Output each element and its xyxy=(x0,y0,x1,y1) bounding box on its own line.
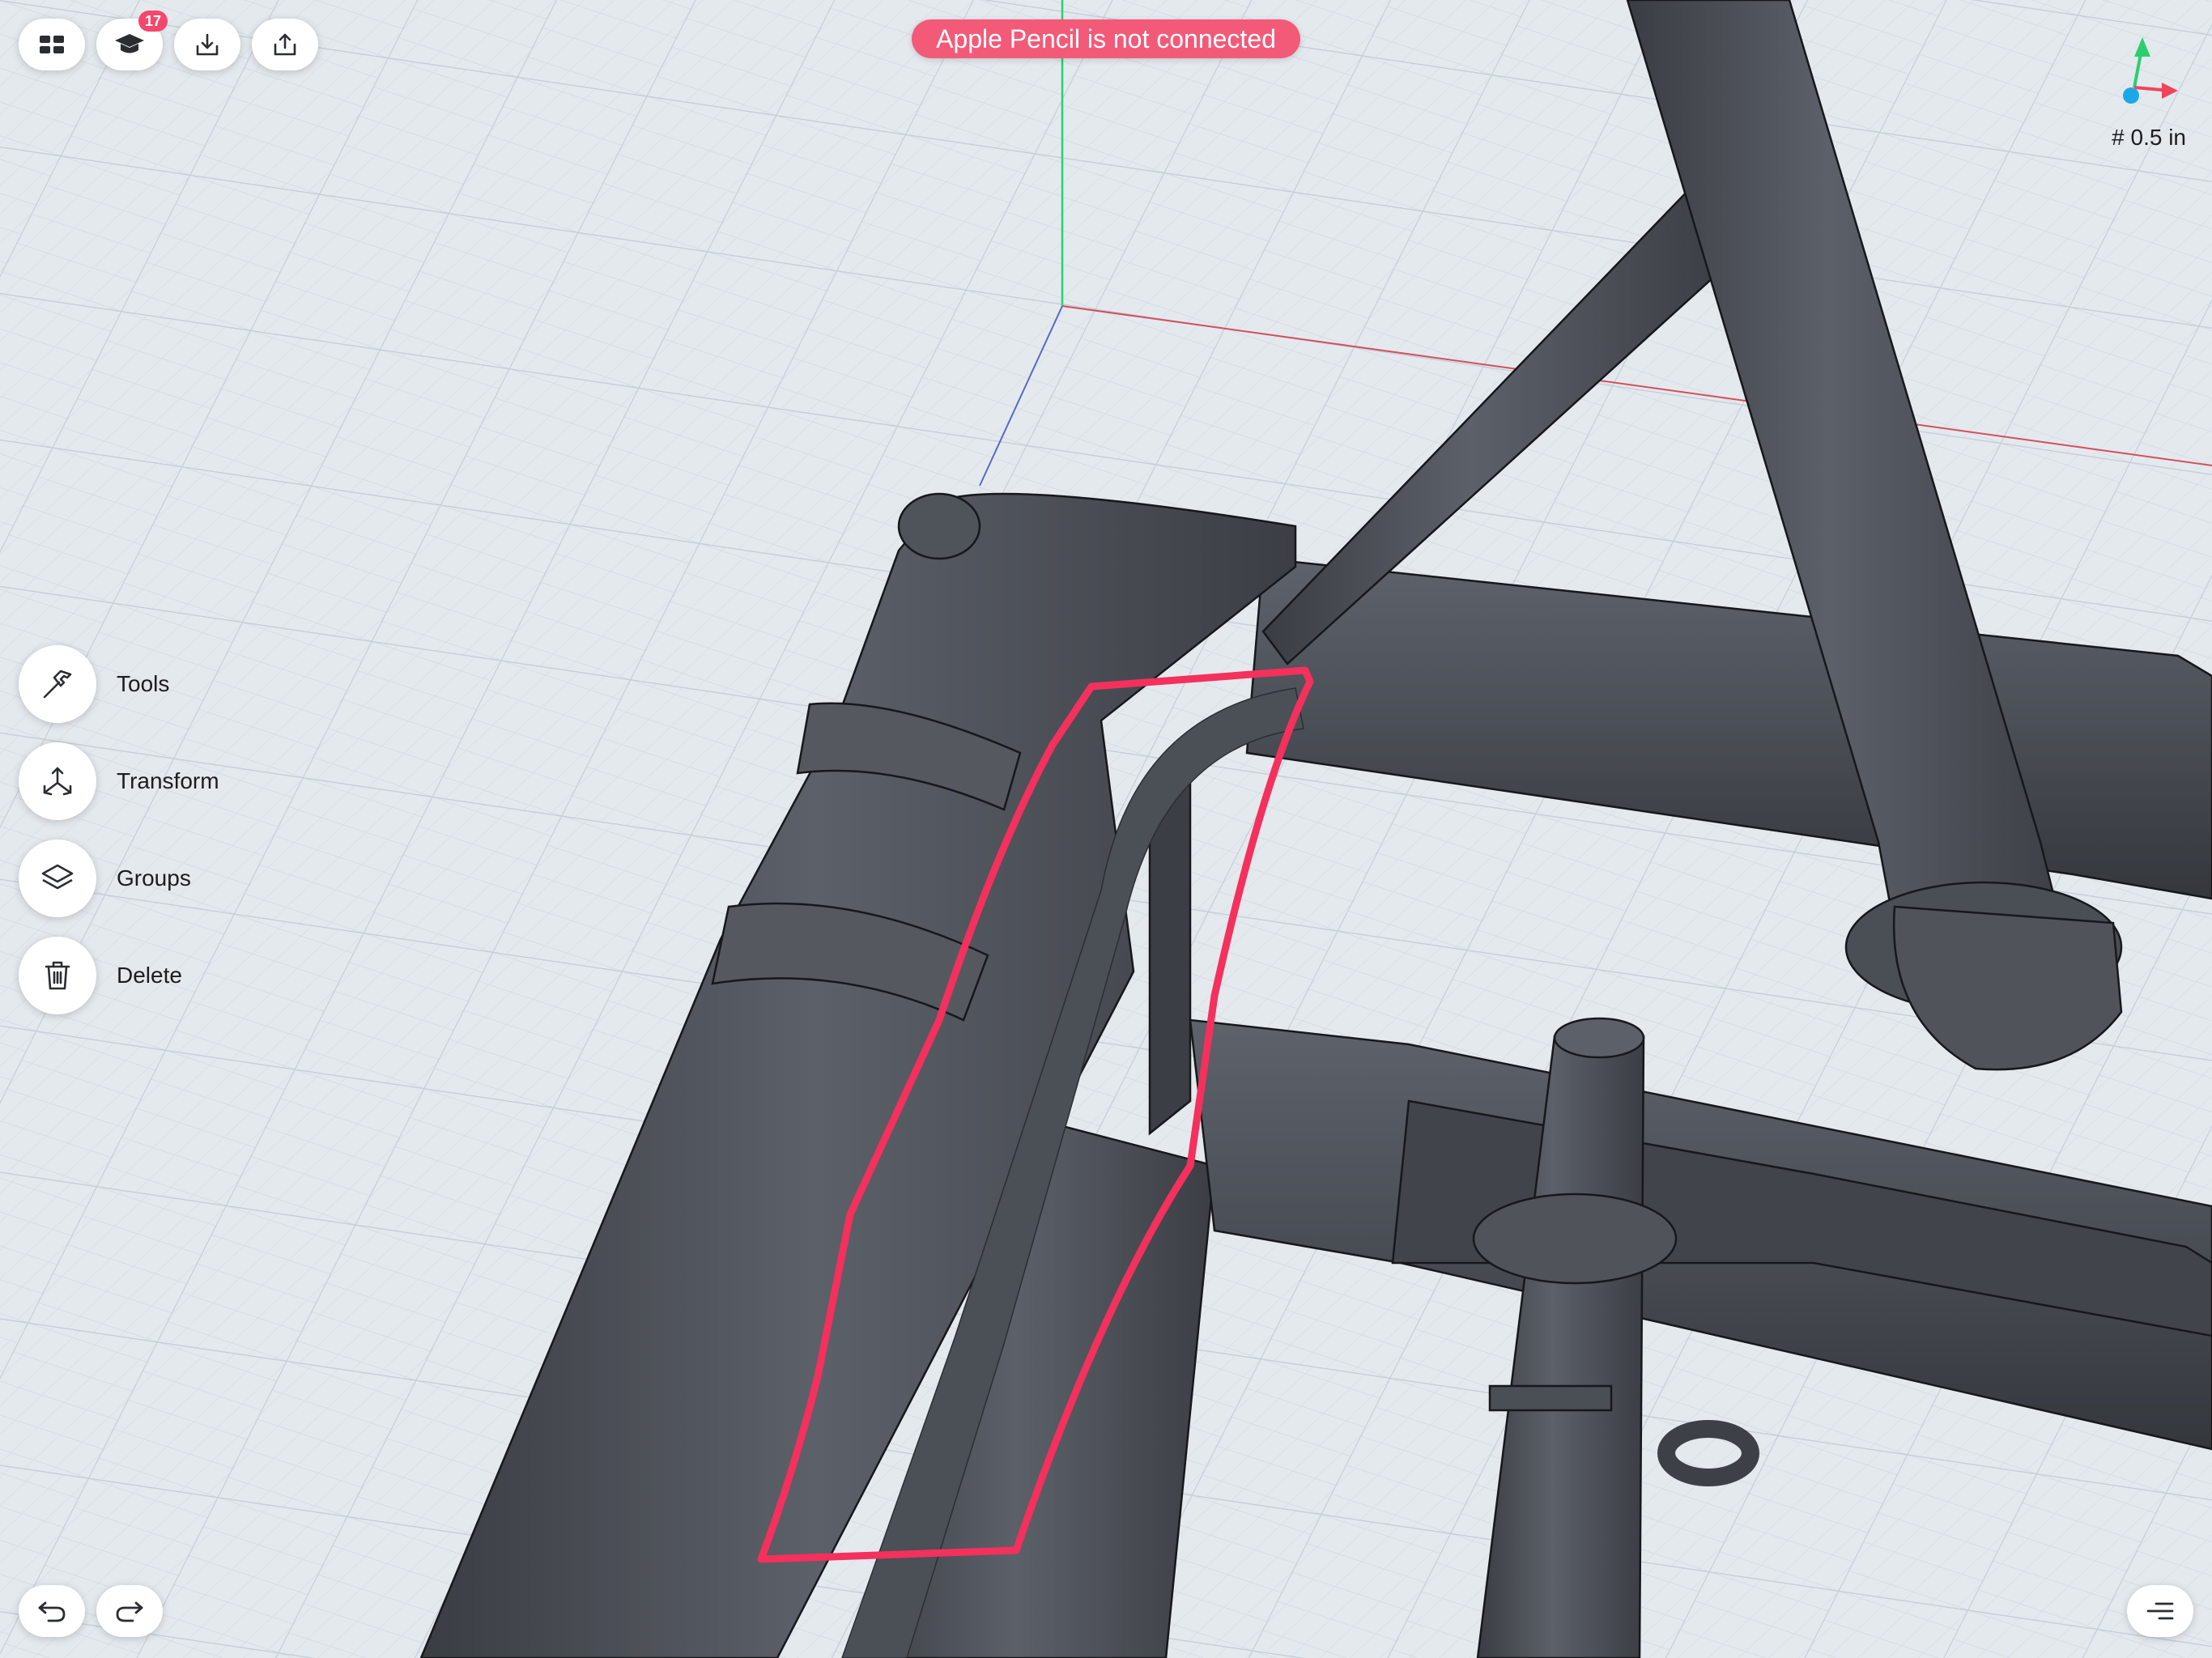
transform-label[interactable]: Transform xyxy=(117,765,219,797)
delete-button[interactable] xyxy=(19,937,96,1014)
learn-button[interactable]: 17 xyxy=(96,11,168,70)
import-icon xyxy=(196,33,219,56)
undo-button[interactable] xyxy=(19,1585,85,1637)
menu-lines-icon xyxy=(2146,1602,2174,1620)
groups-button[interactable] xyxy=(19,840,96,917)
grid-icon xyxy=(40,36,64,53)
undo-icon xyxy=(38,1601,66,1622)
share-icon xyxy=(274,33,296,56)
redo-icon xyxy=(116,1601,143,1622)
trash-icon xyxy=(45,961,70,990)
share-button[interactable] xyxy=(252,19,318,70)
grid-size-readout[interactable]: # 0.5 in xyxy=(2112,125,2186,151)
menu-button[interactable] xyxy=(2127,1585,2193,1637)
3d-viewport[interactable] xyxy=(0,0,2212,1658)
transform-button[interactable] xyxy=(19,742,96,820)
delete-label[interactable]: Delete xyxy=(117,959,182,992)
graduation-cap-icon xyxy=(115,34,144,53)
pencil-status-banner: Apple Pencil is not connected xyxy=(912,19,1300,58)
hammer-icon xyxy=(43,670,72,699)
tools-label[interactable]: Tools xyxy=(117,668,169,700)
import-button[interactable] xyxy=(174,19,240,70)
redo-button[interactable] xyxy=(96,1585,163,1637)
groups-label[interactable]: Groups xyxy=(117,862,191,895)
transform-icon xyxy=(43,767,72,796)
tools-button[interactable] xyxy=(19,645,96,723)
layers-icon xyxy=(41,864,74,890)
home-grid-button[interactable] xyxy=(19,19,85,70)
learn-badge: 17 xyxy=(138,11,168,32)
